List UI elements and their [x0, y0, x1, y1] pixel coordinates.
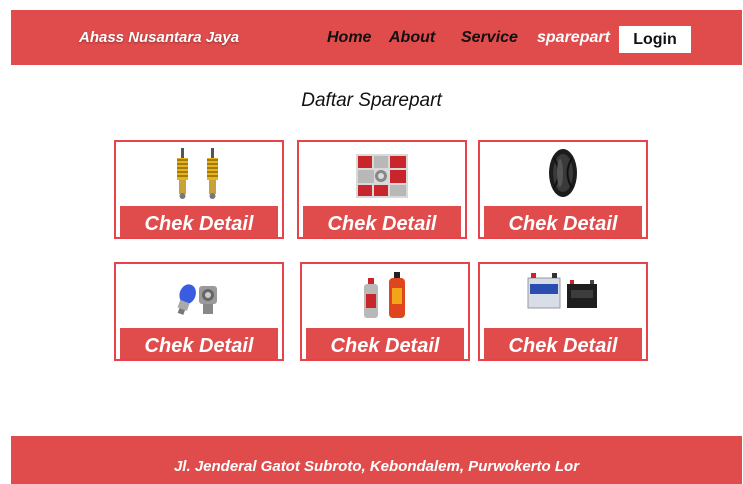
nav-home[interactable]: Home — [327, 29, 371, 47]
check-detail-button[interactable]: Chek Detail — [306, 328, 464, 359]
top-navbar: Ahass Nusantara Jaya Home About Service … — [11, 10, 742, 65]
check-detail-button[interactable]: Chek Detail — [484, 328, 642, 359]
check-detail-button[interactable]: Chek Detail — [303, 206, 461, 237]
shock-absorber-image — [116, 142, 282, 206]
footer: Jl. Jenderal Gatot Subroto, Kebondalem, … — [11, 436, 742, 484]
headlight-bulb-image — [116, 264, 282, 328]
product-card: Chek Detail — [114, 140, 284, 239]
product-card: Chek Detail — [300, 262, 470, 361]
check-detail-button[interactable]: Chek Detail — [484, 206, 642, 237]
product-card: Chek Detail — [297, 140, 467, 239]
page-title: Daftar Sparepart — [301, 90, 442, 111]
oil-bottles-image — [302, 264, 468, 328]
footer-address: Jl. Jenderal Gatot Subroto, Kebondalem, … — [173, 458, 580, 475]
product-card: Chek Detail — [478, 262, 648, 361]
bearing-parts-image — [299, 142, 465, 206]
nav-sparepart[interactable]: sparepart — [537, 29, 610, 47]
product-card: Chek Detail — [114, 262, 284, 361]
tire-image — [480, 142, 646, 206]
check-detail-button[interactable]: Chek Detail — [120, 328, 278, 359]
battery-image — [480, 264, 646, 328]
brand-title[interactable]: Ahass Nusantara Jaya — [79, 29, 239, 46]
nav-service[interactable]: Service — [461, 29, 518, 47]
check-detail-button[interactable]: Chek Detail — [120, 206, 278, 237]
product-card: Chek Detail — [478, 140, 648, 239]
nav-about[interactable]: About — [389, 29, 435, 47]
login-button[interactable]: Login — [619, 26, 691, 53]
